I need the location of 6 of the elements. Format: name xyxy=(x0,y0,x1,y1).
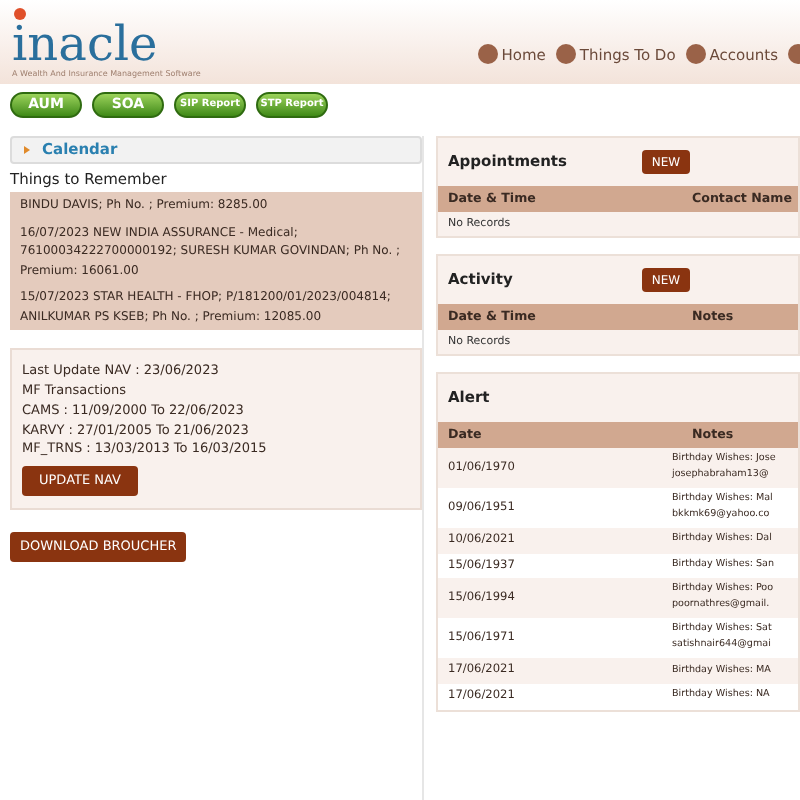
bullet-icon xyxy=(685,44,706,65)
arrow-icon xyxy=(24,146,30,154)
bullet-icon xyxy=(555,44,576,65)
logo-mark-icon xyxy=(14,8,26,20)
bullet-icon xyxy=(477,44,498,65)
logo-text: inacle xyxy=(12,20,158,68)
